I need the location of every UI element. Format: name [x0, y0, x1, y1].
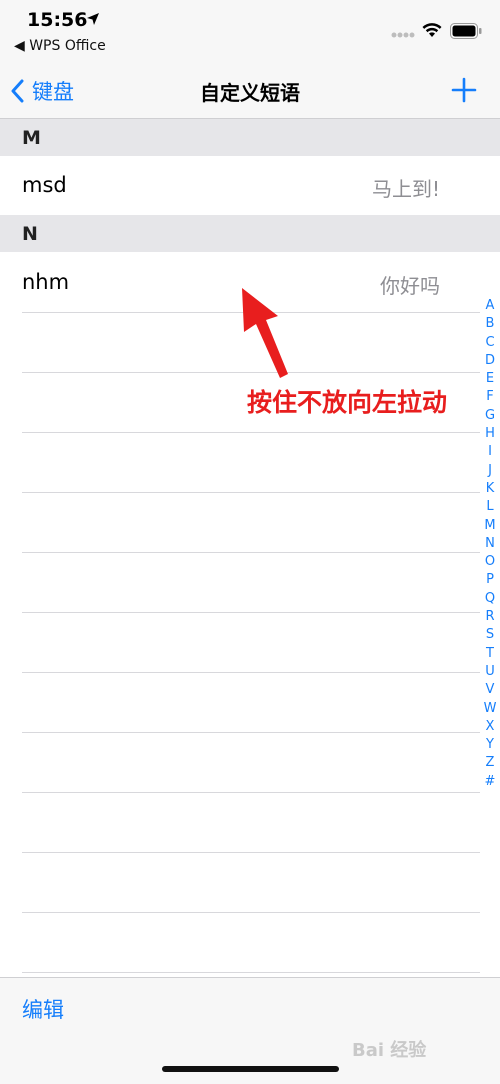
row-separator — [22, 732, 480, 733]
index-letter[interactable]: C — [485, 334, 494, 352]
index-letter[interactable]: D — [485, 352, 495, 370]
row-separator — [22, 792, 480, 793]
index-letter[interactable]: T — [486, 645, 494, 663]
index-letter[interactable]: I — [488, 443, 492, 461]
index-letter[interactable]: Q — [485, 590, 495, 608]
row-separator — [22, 852, 480, 853]
index-letter[interactable]: U — [485, 663, 495, 681]
index-letter[interactable]: J — [488, 462, 492, 480]
index-letter[interactable]: Y — [486, 736, 494, 754]
index-letter[interactable]: L — [486, 498, 493, 516]
index-letter[interactable]: Z — [486, 754, 495, 772]
row-separator — [22, 552, 480, 553]
row-separator — [22, 912, 480, 913]
index-letter[interactable]: M — [484, 517, 495, 535]
index-letter[interactable]: E — [486, 370, 494, 388]
phrase-text: msd — [22, 173, 67, 197]
red-arrow-icon — [242, 288, 288, 378]
status-bar: 15:56 ◀ WPS Office — [0, 0, 500, 64]
shortcut-text: 你好吗 — [380, 274, 440, 298]
location-arrow-icon — [87, 13, 99, 25]
index-letter[interactable]: # — [485, 773, 496, 791]
list-item[interactable]: msd 马上到! — [0, 158, 480, 215]
index-letter[interactable]: P — [486, 571, 494, 589]
row-separator — [22, 672, 480, 673]
cellular-signal-icon — [391, 32, 415, 38]
navigation-bar: 键盘 自定义短语 — [0, 64, 500, 119]
section-letter: N — [22, 223, 38, 245]
section-index[interactable]: A B C D E F G H I J K L M N O P Q R S T U V W X Y Z # — [480, 297, 500, 791]
section-header-n: N — [0, 215, 500, 252]
index-letter[interactable]: G — [485, 407, 495, 425]
index-letter[interactable]: V — [486, 681, 495, 699]
watermark: Bai 经验 — [352, 1040, 427, 1061]
index-letter[interactable]: R — [485, 608, 494, 626]
index-letter[interactable]: W — [484, 700, 497, 718]
bottom-toolbar: 编辑 — [0, 977, 500, 1084]
phrase-text: nhm — [22, 270, 70, 294]
section-header-m: M — [0, 119, 500, 156]
index-letter[interactable]: A — [486, 297, 495, 315]
wifi-icon — [422, 23, 442, 37]
edit-button[interactable]: 编辑 — [22, 994, 64, 1024]
shortcut-text: 马上到! — [371, 177, 440, 201]
index-letter[interactable]: N — [485, 535, 495, 553]
row-separator — [22, 972, 480, 973]
home-indicator[interactable] — [162, 1066, 339, 1072]
index-letter[interactable]: B — [486, 315, 495, 333]
plus-icon[interactable] — [449, 75, 479, 105]
index-letter[interactable]: S — [486, 626, 494, 644]
battery-icon — [450, 23, 482, 39]
index-letter[interactable]: F — [486, 388, 493, 406]
row-separator — [22, 432, 480, 433]
row-separator — [22, 492, 480, 493]
index-letter[interactable]: H — [485, 425, 495, 443]
row-separator — [22, 612, 480, 613]
back-to-app-link[interactable]: ◀ WPS Office — [14, 38, 106, 54]
status-time: 15:56 — [27, 9, 88, 31]
section-letter: M — [22, 127, 41, 149]
page-title: 自定义短语 — [200, 81, 300, 105]
index-letter[interactable]: O — [485, 553, 495, 571]
annotation-text: 按住不放向左拉动 — [247, 388, 448, 417]
index-letter[interactable]: K — [486, 480, 495, 498]
index-letter[interactable]: X — [486, 718, 495, 736]
